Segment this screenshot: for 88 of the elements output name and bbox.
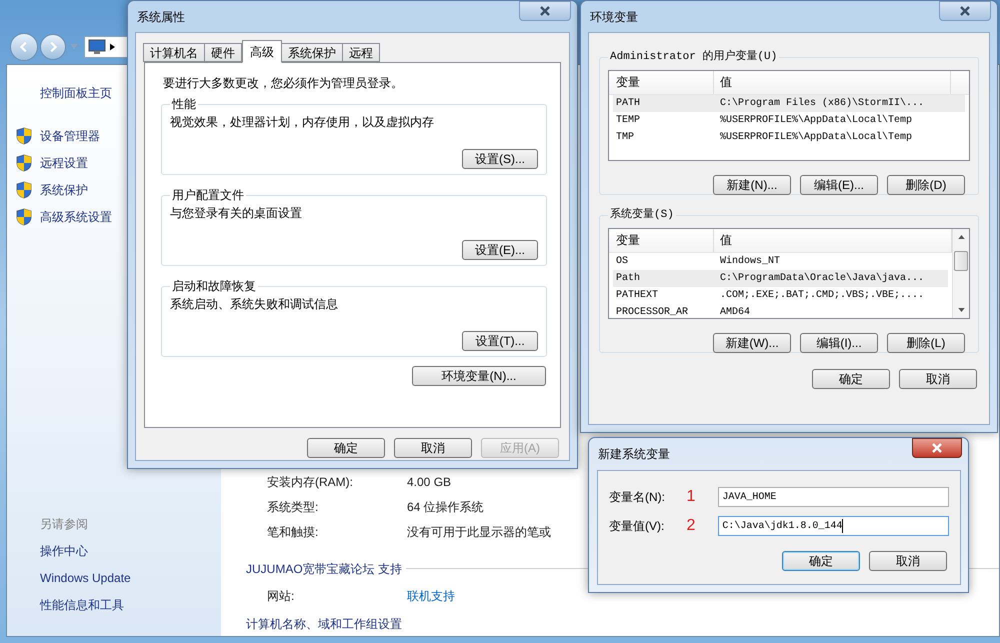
info-value: 4.00 GB <box>407 474 452 490</box>
back-button[interactable] <box>10 33 38 61</box>
section-heading: JUJUMAO宽带宝藏论坛 支持 <box>246 560 402 578</box>
column-header[interactable]: 值 <box>714 70 951 94</box>
close-button[interactable] <box>519 1 571 21</box>
window-title: 系统属性 <box>137 9 185 26</box>
close-icon <box>959 6 971 16</box>
scroll-thumb[interactable] <box>954 250 968 270</box>
group-description: 与您登录有关的桌面设置 <box>170 205 303 222</box>
field-label: 变量名(N): <box>609 489 666 506</box>
group-title: 系统变量(S) <box>609 207 675 223</box>
breadcrumb-arrow-icon <box>110 43 115 51</box>
info-value: 64 位操作系统 <box>407 498 484 516</box>
see-also-heading: 另请参阅 <box>40 516 89 533</box>
sidebar-link[interactable]: 远程设置 <box>40 154 88 172</box>
sidebar-link[interactable]: 设备管理器 <box>40 126 100 144</box>
list-row[interactable]: TEMP %USERPROFILE%\AppData\Local\Temp <box>613 112 965 128</box>
shield-icon <box>16 154 32 172</box>
dialog-button[interactable]: 新建(W)... <box>713 332 791 352</box>
see-also-link[interactable]: Windows Update <box>40 569 131 596</box>
tab[interactable]: 计算机名 <box>143 43 205 62</box>
column-header[interactable]: 变量 <box>609 70 714 94</box>
forward-button[interactable] <box>40 34 66 60</box>
section-heading: 计算机名称、域和工作组设置 <box>246 616 402 633</box>
dialog-button[interactable]: 新建(N)... <box>713 174 791 194</box>
input-field[interactable]: JAVA_HOME <box>718 487 949 507</box>
list-row[interactable]: Path C:\ProgramData\Oracle\Java\java... <box>613 270 948 286</box>
step-number: 1 <box>686 487 696 507</box>
window-title: 环境变量 <box>590 9 638 26</box>
down-arrow-icon <box>958 308 964 312</box>
see-also-link[interactable]: 操作中心 <box>40 542 88 569</box>
dialog-button[interactable]: 删除(L) <box>887 332 965 352</box>
dropdown-caret-icon <box>70 44 78 50</box>
step-number: 2 <box>686 516 696 536</box>
close-icon <box>539 6 551 16</box>
dialog-button[interactable]: 取消 <box>869 551 947 571</box>
info-label: 网站: <box>266 588 296 605</box>
dialog-button[interactable]: 环境变量(N)... <box>412 366 546 386</box>
group-title: Administrator 的用户变量(U) <box>609 49 778 65</box>
group-title: 用户配置文件 <box>171 187 245 204</box>
window-title: 新建系统变量 <box>598 446 670 463</box>
input-field[interactable]: C:\Java\jdk1.8.0_144 <box>718 516 949 536</box>
scrollbar[interactable] <box>952 228 969 318</box>
close-icon <box>931 443 943 453</box>
dialog-button[interactable]: 取消 <box>899 369 977 389</box>
dialog-button[interactable]: 删除(D) <box>887 174 965 194</box>
dialog-button[interactable]: 设置(E)... <box>462 240 538 260</box>
dialog-button[interactable]: 编辑(E)... <box>800 174 878 194</box>
dialog-button[interactable]: 编辑(I)... <box>800 332 878 352</box>
dialog-button[interactable]: 确定 <box>782 551 860 571</box>
group-title: 性能 <box>170 96 197 113</box>
tab[interactable]: 系统保护 <box>281 43 343 62</box>
group-description: 系统启动、系统失败和调试信息 <box>170 296 339 313</box>
list-row[interactable]: PATHEXT .COM;.EXE;.BAT;.CMD;.VBS;.VBE;.... <box>613 286 948 304</box>
group-title: 启动和故障恢复 <box>171 278 257 295</box>
shield-icon <box>16 126 32 144</box>
admin-note: 要进行大多数更改，您必须作为管理员登录。 <box>162 75 404 92</box>
shield-icon <box>16 180 32 198</box>
dialog-button[interactable]: 确定 <box>307 438 385 458</box>
sidebar-link[interactable]: 系统保护 <box>40 180 88 198</box>
close-button[interactable] <box>939 1 991 21</box>
info-value: 没有可用于此显示器的笔或 <box>407 524 551 540</box>
close-button[interactable] <box>912 438 962 458</box>
online-support-link[interactable]: 联机支持 <box>407 587 455 605</box>
column-header[interactable]: 变量 <box>609 228 714 252</box>
list-row[interactable]: TMP %USERPROFILE%\AppData\Local\Temp <box>613 128 965 146</box>
info-label: 笔和触摸: <box>266 524 320 540</box>
control-panel-home-link[interactable]: 控制面板主页 <box>40 84 112 102</box>
info-label: 安装内存(RAM): <box>266 474 354 490</box>
text-cursor <box>842 519 844 533</box>
dialog-button[interactable]: 取消 <box>394 438 472 458</box>
dialog-button[interactable]: 确定 <box>812 369 890 389</box>
tab[interactable]: 硬件 <box>204 43 242 62</box>
dialog-button[interactable]: 设置(T)... <box>462 331 538 351</box>
tab[interactable]: 高级 <box>242 40 282 63</box>
shield-icon <box>16 208 32 226</box>
list-row[interactable]: OS Windows_NT <box>613 252 948 270</box>
see-also-link[interactable]: 性能信息和工具 <box>40 596 124 623</box>
info-label: 系统类型: <box>266 498 320 516</box>
tab[interactable]: 远程 <box>342 43 380 62</box>
group-description: 视觉效果，处理器计划，内存使用，以及虚拟内存 <box>170 114 435 131</box>
list-row[interactable]: PATH C:\Program Files (x86)\StormII\... <box>613 94 965 112</box>
dialog-button[interactable]: 设置(S)... <box>462 149 538 169</box>
list-row[interactable]: PROCESSOR_AR AMD64 <box>613 304 948 318</box>
computer-icon <box>88 39 106 55</box>
up-arrow-icon <box>958 234 964 238</box>
sidebar-link[interactable]: 高级系统设置 <box>40 208 112 226</box>
field-label: 变量值(V): <box>609 518 666 535</box>
